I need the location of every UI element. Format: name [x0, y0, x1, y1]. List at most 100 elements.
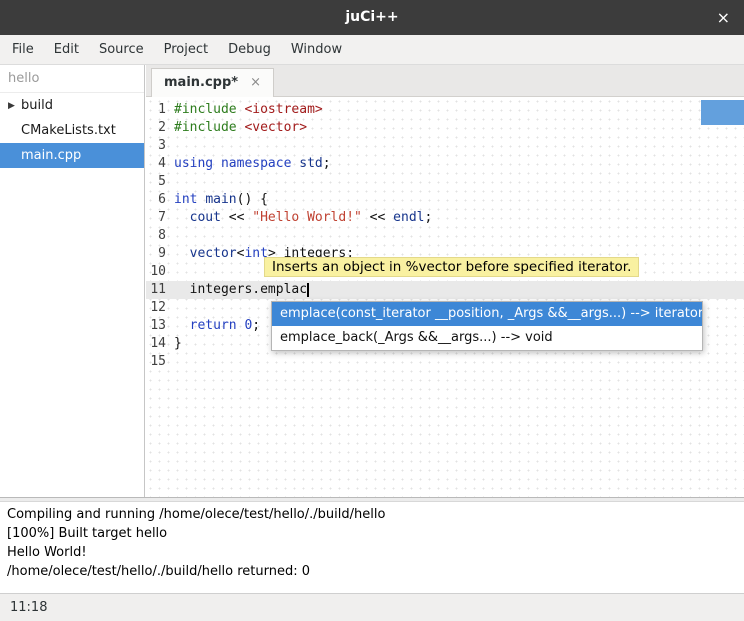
- menu-source[interactable]: Source: [89, 35, 154, 64]
- code-token: [174, 318, 190, 333]
- line-code: [174, 227, 744, 245]
- tab-close-icon[interactable]: ×: [250, 75, 261, 90]
- completion-item[interactable]: emplace_back(_Args &&__args...) --> void: [272, 326, 702, 350]
- code-line: 15: [146, 353, 744, 371]
- code-token: [213, 156, 221, 171]
- code-token: ;: [323, 156, 331, 171]
- code-token: vector: [190, 246, 237, 261]
- line-number: 5: [146, 173, 174, 191]
- titlebar: juCi++ ×: [0, 0, 744, 35]
- line-number: 9: [146, 245, 174, 263]
- tab-bar: main.cpp* ×: [146, 65, 744, 97]
- line-number: 12: [146, 299, 174, 317]
- code-line: 2#include <vector>: [146, 119, 744, 137]
- code-token: std: [299, 156, 322, 171]
- output-line: Compiling and running /home/olece/test/h…: [7, 505, 737, 524]
- line-number: 2: [146, 119, 174, 137]
- code-line: 5: [146, 173, 744, 191]
- line-code: [174, 173, 744, 191]
- window-close-icon[interactable]: ×: [717, 0, 730, 35]
- doc-tooltip: Inserts an object in %vector before spec…: [264, 257, 639, 277]
- line-number: 4: [146, 155, 174, 173]
- code-line: 8: [146, 227, 744, 245]
- line-code: integers.emplac: [174, 281, 744, 299]
- code-token: main: [205, 192, 236, 207]
- editor-pane: main.cpp* × 1#include <iostream>2#include…: [146, 65, 744, 497]
- menu-window[interactable]: Window: [281, 35, 352, 64]
- line-number: 3: [146, 137, 174, 155]
- code-token: () {: [237, 192, 268, 207]
- status-bar: 11:18: [0, 593, 744, 621]
- cursor-position: 11:18: [10, 600, 47, 615]
- menu-file[interactable]: File: [2, 35, 44, 64]
- text-cursor: [307, 283, 309, 297]
- tree-item-label: main.cpp: [21, 148, 81, 163]
- menu-project[interactable]: Project: [154, 35, 218, 64]
- code-token: #include: [174, 120, 244, 135]
- expander-icon[interactable]: ▶: [8, 101, 21, 111]
- line-number: 10: [146, 263, 174, 281]
- output-panel: Compiling and running /home/olece/test/h…: [0, 502, 744, 593]
- code-token: <vector>: [244, 120, 307, 135]
- code-token: cout: [190, 210, 221, 225]
- tree-item-build[interactable]: ▶build: [0, 93, 144, 118]
- output-line: [100%] Built target hello: [7, 524, 737, 543]
- code-token: "Hello World!": [252, 210, 362, 225]
- code-token: integers.emplac: [174, 282, 307, 297]
- tab-label: main.cpp*: [164, 75, 238, 90]
- line-code: [174, 137, 744, 155]
- menubar: FileEditSourceProjectDebugWindow: [0, 35, 744, 65]
- line-code: using namespace std;: [174, 155, 744, 173]
- tree-item-label: build: [21, 98, 53, 113]
- window-title: juCi++: [0, 0, 744, 35]
- code-line: 1#include <iostream>: [146, 101, 744, 119]
- line-number: 13: [146, 317, 174, 335]
- code-token: #include: [174, 102, 244, 117]
- project-label[interactable]: hello: [0, 65, 144, 93]
- menu-edit[interactable]: Edit: [44, 35, 89, 64]
- line-code: cout << "Hello World!" << endl;: [174, 209, 744, 227]
- code-line: 7 cout << "Hello World!" << endl;: [146, 209, 744, 227]
- line-code: [174, 353, 744, 371]
- content-area: hello ▶build CMakeLists.txt main.cpp main.…: [0, 65, 744, 497]
- app-window: juCi++ × FileEditSourceProjectDebugWindo…: [0, 0, 744, 621]
- tree-item-label: CMakeLists.txt: [21, 123, 116, 138]
- code-token: int: [174, 192, 197, 207]
- line-code: int main() {: [174, 191, 744, 209]
- code-token: endl: [393, 210, 424, 225]
- output-line: Hello World!: [7, 543, 737, 562]
- code-line: 6int main() {: [146, 191, 744, 209]
- code-token: namespace: [221, 156, 291, 171]
- file-tree-sidebar: hello ▶build CMakeLists.txt main.cpp: [0, 65, 145, 497]
- code-token: return: [190, 318, 237, 333]
- code-token: [174, 210, 190, 225]
- line-code: #include <vector>: [174, 119, 744, 137]
- completion-popup: emplace(const_iterator __position, _Args…: [271, 301, 703, 351]
- code-line: 3: [146, 137, 744, 155]
- code-token: using: [174, 156, 213, 171]
- code-token: <<: [362, 210, 393, 225]
- line-number: 11: [146, 281, 174, 299]
- output-line: /home/olece/test/hello/./build/hello ret…: [7, 562, 737, 581]
- line-number: 8: [146, 227, 174, 245]
- code-editor[interactable]: 1#include <iostream>2#include <vector>34…: [146, 97, 744, 497]
- tab-main-cpp[interactable]: main.cpp* ×: [151, 68, 274, 97]
- file-tree: ▶build CMakeLists.txt main.cpp: [0, 93, 144, 168]
- code-token: ;: [424, 210, 432, 225]
- line-code: #include <iostream>: [174, 101, 744, 119]
- line-number: 6: [146, 191, 174, 209]
- code-line: 4using namespace std;: [146, 155, 744, 173]
- completion-item[interactable]: emplace(const_iterator __position, _Args…: [272, 302, 702, 326]
- line-number: 1: [146, 101, 174, 119]
- code-token: ;: [252, 318, 260, 333]
- scrollbar-thumb[interactable]: [701, 100, 744, 125]
- tree-item-main-cpp[interactable]: main.cpp: [0, 143, 144, 168]
- line-number: 14: [146, 335, 174, 353]
- code-token: <<: [221, 210, 252, 225]
- menu-debug[interactable]: Debug: [218, 35, 281, 64]
- code-token: }: [174, 336, 182, 351]
- code-token: [174, 246, 190, 261]
- tree-item-cmakelists-txt[interactable]: CMakeLists.txt: [0, 118, 144, 143]
- code-line: 11 integers.emplac: [146, 281, 744, 299]
- line-number: 15: [146, 353, 174, 371]
